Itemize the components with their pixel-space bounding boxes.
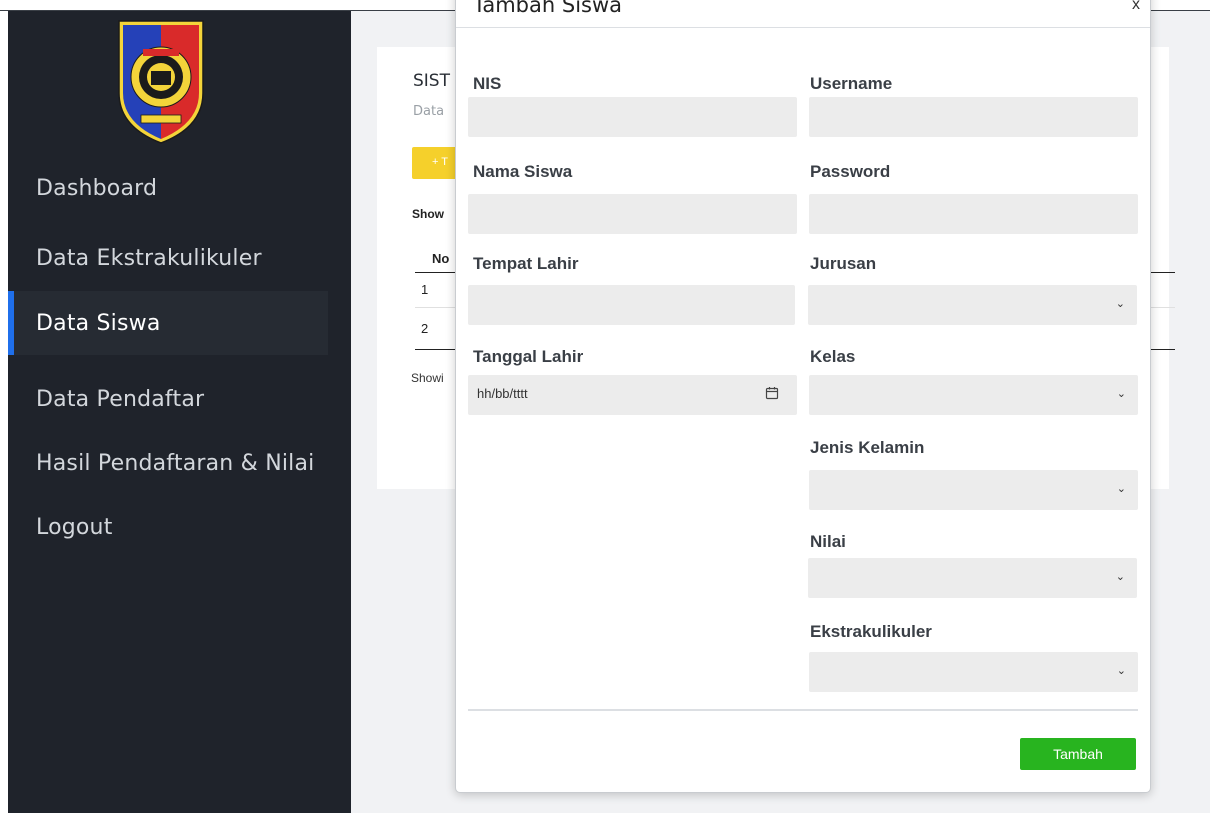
modal-title: Tambah Siswa bbox=[473, 0, 623, 17]
username-label: Username bbox=[810, 74, 893, 93]
sidebar: Dashboard Data Ekstrakulikuler Data Sisw… bbox=[8, 11, 351, 813]
chevron-down-icon: ⌄ bbox=[1116, 665, 1126, 677]
calendar-icon[interactable] bbox=[765, 386, 779, 400]
ekstrakulikuler-select[interactable]: ⌄ bbox=[809, 652, 1138, 692]
date-placeholder: hh/bb/tttt bbox=[477, 386, 528, 401]
kelas-label: Kelas bbox=[810, 347, 856, 366]
tanggal-lahir-label: Tanggal Lahir bbox=[473, 347, 584, 366]
nama-siswa-field[interactable] bbox=[468, 194, 797, 234]
sidebar-item-label: Data Ekstrakulikuler bbox=[36, 245, 262, 271]
tempat-lahir-field[interactable] bbox=[468, 285, 795, 325]
sidebar-item-dashboard[interactable]: Dashboard bbox=[8, 156, 328, 220]
school-logo bbox=[111, 15, 211, 145]
sidebar-item-data-siswa[interactable]: Data Siswa bbox=[8, 291, 328, 355]
chevron-down-icon: ⌄ bbox=[1116, 388, 1126, 400]
jurusan-label: Jurusan bbox=[810, 254, 877, 273]
table-row: 1 bbox=[421, 282, 429, 297]
table-row: 2 bbox=[421, 321, 429, 336]
table-info: Showi bbox=[411, 371, 444, 385]
chevron-down-icon: ⌄ bbox=[1115, 298, 1125, 310]
username-field[interactable] bbox=[809, 97, 1138, 137]
nama-siswa-label: Nama Siswa bbox=[473, 162, 573, 181]
tambah-button[interactable]: Tambah bbox=[1020, 738, 1136, 770]
sidebar-item-label: Logout bbox=[36, 514, 113, 540]
ekstrakulikuler-label: Ekstrakulikuler bbox=[810, 622, 932, 641]
jenis-kelamin-select[interactable]: ⌄ bbox=[809, 470, 1138, 510]
sidebar-item-hasil-pendaftaran[interactable]: Hasil Pendaftaran & Nilai bbox=[8, 431, 328, 495]
sidebar-item-label: Data Siswa bbox=[36, 310, 161, 336]
nis-field[interactable] bbox=[468, 97, 797, 137]
jurusan-select[interactable]: ⌄ bbox=[808, 285, 1137, 325]
modal-footer-divider bbox=[468, 709, 1138, 711]
sidebar-item-label: Hasil Pendaftaran & Nilai bbox=[36, 450, 315, 476]
nis-label: NIS bbox=[473, 74, 502, 93]
tanggal-lahir-field[interactable]: hh/bb/tttt bbox=[468, 375, 797, 415]
chevron-down-icon: ⌄ bbox=[1115, 571, 1125, 583]
password-label: Password bbox=[810, 162, 891, 181]
sidebar-item-label: Data Pendaftar bbox=[36, 386, 205, 412]
show-entries-label: Show bbox=[412, 207, 444, 221]
sidebar-item-data-ekstrakulikuler[interactable]: Data Ekstrakulikuler bbox=[8, 226, 328, 290]
page-title: SIST bbox=[413, 71, 450, 91]
sidebar-item-label: Dashboard bbox=[36, 175, 158, 201]
nilai-label: Nilai bbox=[810, 532, 846, 551]
password-field[interactable] bbox=[809, 194, 1138, 234]
jenis-kelamin-label: Jenis Kelamin bbox=[810, 438, 925, 457]
modal-header-divider bbox=[456, 27, 1150, 28]
kelas-select[interactable]: ⌄ bbox=[809, 375, 1138, 415]
chevron-down-icon: ⌄ bbox=[1116, 483, 1126, 495]
tambah-siswa-modal: Tambah Siswa x NIS Nama Siswa Tempat Lah… bbox=[455, 0, 1151, 793]
column-header-no[interactable]: No bbox=[432, 251, 449, 266]
nilai-select[interactable]: ⌄ bbox=[808, 558, 1137, 598]
page-subtitle: Data bbox=[413, 104, 445, 119]
sidebar-item-data-pendaftar[interactable]: Data Pendaftar bbox=[8, 367, 328, 431]
tempat-lahir-label: Tempat Lahir bbox=[473, 254, 579, 273]
sidebar-item-logout[interactable]: Logout bbox=[8, 495, 328, 559]
close-icon[interactable]: x bbox=[1132, 0, 1140, 14]
